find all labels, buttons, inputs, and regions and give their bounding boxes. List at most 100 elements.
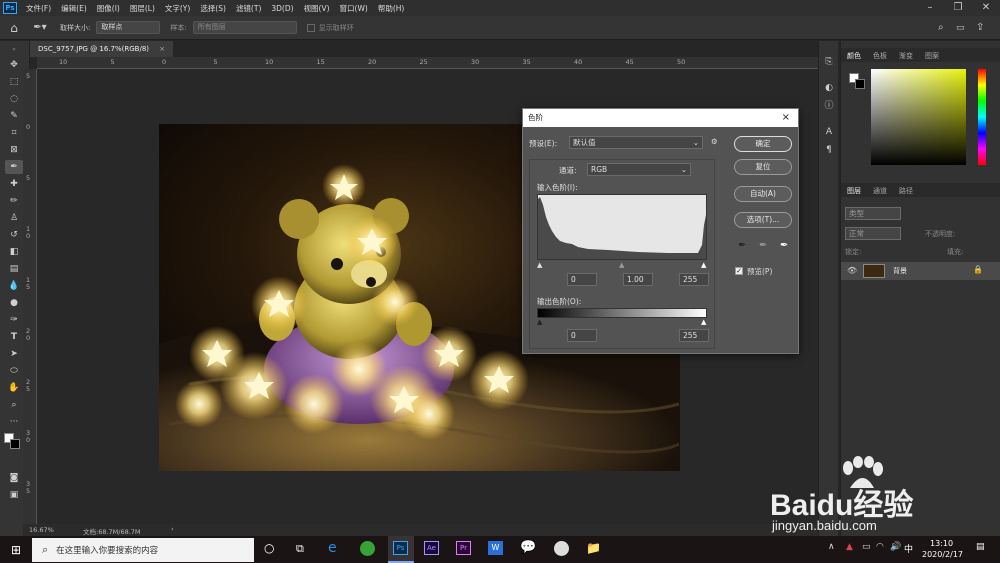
collapse-icon[interactable]: » [5, 43, 23, 57]
sample-select[interactable]: 所有图层 [192, 21, 297, 34]
character-panel-icon[interactable]: A [820, 125, 838, 139]
close-icon[interactable]: ✕ [972, 0, 1000, 16]
input-gamma-slider[interactable]: ▲ [619, 261, 624, 269]
home-icon[interactable]: ⌂ [0, 21, 28, 35]
preset-gear-icon[interactable]: ⚙ [711, 137, 718, 146]
hand-tool-icon[interactable]: ✋ [5, 381, 23, 395]
quick-select-tool-icon[interactable]: ✎ [5, 109, 23, 123]
edge-icon[interactable]: e [328, 540, 337, 556]
clock-time[interactable]: 13:10 [930, 539, 953, 548]
dialog-close-icon[interactable]: × [782, 109, 790, 127]
hue-slider[interactable] [978, 69, 986, 165]
input-white-field[interactable]: 255 [679, 273, 709, 286]
input-black-field[interactable]: 0 [567, 273, 597, 286]
tab-patterns[interactable]: 图案 [925, 51, 939, 61]
dodge-tool-icon[interactable]: ● [5, 296, 23, 310]
zoom-tool-icon[interactable]: ⌕ [5, 398, 23, 412]
input-black-slider[interactable]: ▲ [537, 261, 542, 269]
brush-tool-icon[interactable]: ✏ [5, 194, 23, 208]
blend-mode-select[interactable]: 正常 [845, 227, 901, 240]
eyedropper-icon[interactable]: ✒ [5, 160, 23, 174]
menu-layer[interactable]: 图层(L) [125, 3, 160, 14]
taskbar-photoshop[interactable]: Ps [388, 536, 414, 563]
history-brush-icon[interactable]: ↺ [5, 228, 23, 242]
output-black-field[interactable]: 0 [567, 329, 597, 342]
sample-size-select[interactable]: 取样点 [96, 21, 161, 34]
tab-gradients[interactable]: 渐变 [899, 51, 913, 61]
eyedropper-tool-icon[interactable]: ✒▾ [28, 22, 52, 33]
menu-type[interactable]: 文字(Y) [160, 3, 195, 14]
output-white-slider[interactable]: ▲ [701, 318, 706, 326]
browser-360-icon[interactable] [360, 541, 375, 556]
menu-select[interactable]: 选择(S) [195, 3, 231, 14]
path-select-icon[interactable]: ➤ [5, 347, 23, 361]
gradient-tool-icon[interactable]: ▤ [5, 262, 23, 276]
paragraph-panel-icon[interactable]: ¶ [820, 143, 838, 157]
background-color-swatch[interactable] [10, 439, 20, 449]
status-arrow-icon[interactable]: › [171, 525, 174, 533]
move-tool-icon[interactable]: ✥ [5, 58, 23, 72]
ime-indicator[interactable]: 中 [904, 542, 913, 555]
preset-select[interactable]: 默认值 ⌄ [569, 136, 703, 149]
history-panel-icon[interactable]: ⎘ [820, 55, 838, 69]
info-panel-icon[interactable]: ⓘ [820, 99, 838, 113]
share-icon[interactable]: ⇪ [976, 22, 1000, 33]
menu-window[interactable]: 窗口(W) [335, 3, 373, 14]
maximize-icon[interactable]: ❐ [944, 0, 972, 16]
menu-image[interactable]: 图像(I) [92, 3, 125, 14]
bg-color-chip[interactable] [855, 79, 865, 89]
crop-tool-icon[interactable]: ⌗ [5, 126, 23, 140]
taskbar-search[interactable]: ⌕ 在这里输入你要搜索的内容 [32, 538, 254, 562]
layer-name[interactable]: 背景 [893, 266, 907, 276]
task-view-icon[interactable]: ⧉ [296, 542, 304, 556]
premiere-icon[interactable]: Pr [456, 541, 471, 555]
output-black-slider[interactable]: ▲ [537, 318, 542, 326]
frame-tool-icon[interactable]: ⊠ [5, 143, 23, 157]
input-white-slider[interactable]: ▲ [701, 261, 706, 269]
battery-icon[interactable]: ▭ [862, 542, 871, 552]
visibility-eye-icon[interactable]: 👁 [847, 266, 857, 275]
layer-row[interactable]: 👁 背景 🔒 [841, 262, 1000, 280]
tray-up-icon[interactable]: ∧ [828, 542, 835, 552]
tab-channels[interactable]: 通道 [873, 186, 887, 196]
windows-start-icon[interactable]: ⊞ [0, 543, 32, 557]
show-ring-checkbox[interactable] [306, 23, 315, 32]
dialog-titlebar[interactable]: 色阶 × [523, 109, 798, 127]
tab-color[interactable]: 颜色 [847, 51, 861, 61]
menu-edit[interactable]: 编辑(E) [56, 3, 92, 14]
more-tools-icon[interactable]: ··· [5, 415, 23, 429]
file-explorer-icon[interactable]: 📁 [586, 541, 601, 555]
tab-swatches[interactable]: 色板 [873, 51, 887, 61]
cortana-icon[interactable]: ○ [264, 541, 274, 555]
notification-icon[interactable]: ▤ [976, 542, 985, 552]
workspace-icon[interactable]: ▭ [956, 23, 976, 33]
channel-select[interactable]: RGB ⌄ [587, 163, 691, 176]
wechat-icon[interactable]: 💬 [520, 540, 536, 555]
clock-date[interactable]: 2020/2/17 [922, 550, 963, 559]
eraser-tool-icon[interactable]: ◧ [5, 245, 23, 259]
screen-mode-icon[interactable]: ▣ [5, 488, 23, 502]
adjustments-panel-icon[interactable]: ◐ [820, 81, 838, 95]
healing-brush-icon[interactable]: ✚ [5, 177, 23, 191]
menu-3d[interactable]: 3D(D) [266, 4, 298, 13]
menu-view[interactable]: 视图(V) [299, 3, 335, 14]
menu-help[interactable]: 帮助(H) [373, 3, 410, 14]
document-tab-close-icon[interactable]: × [159, 45, 165, 53]
black-point-eyedropper-icon[interactable]: ✒ [738, 240, 746, 251]
wifi-icon[interactable]: ◠ [876, 542, 884, 552]
lasso-tool-icon[interactable]: ◌ [5, 92, 23, 106]
preview-checkbox[interactable]: ✓ [735, 267, 743, 275]
type-tool-icon[interactable]: T [5, 330, 23, 344]
app-icon[interactable] [554, 541, 569, 556]
output-white-field[interactable]: 255 [679, 329, 709, 342]
white-point-eyedropper-icon[interactable]: ✒ [780, 240, 788, 251]
blur-tool-icon[interactable]: 💧 [5, 279, 23, 293]
word-icon[interactable]: W [488, 541, 503, 555]
search-icon[interactable]: ⌕ [938, 22, 956, 33]
color-picker-field[interactable] [871, 69, 966, 165]
marquee-tool-icon[interactable]: ⬚ [5, 75, 23, 89]
tab-layers[interactable]: 图层 [847, 186, 861, 196]
minimize-icon[interactable]: – [916, 0, 944, 16]
options-button[interactable]: 选项(T)... [734, 212, 792, 228]
shape-tool-icon[interactable]: ⬭ [5, 364, 23, 378]
